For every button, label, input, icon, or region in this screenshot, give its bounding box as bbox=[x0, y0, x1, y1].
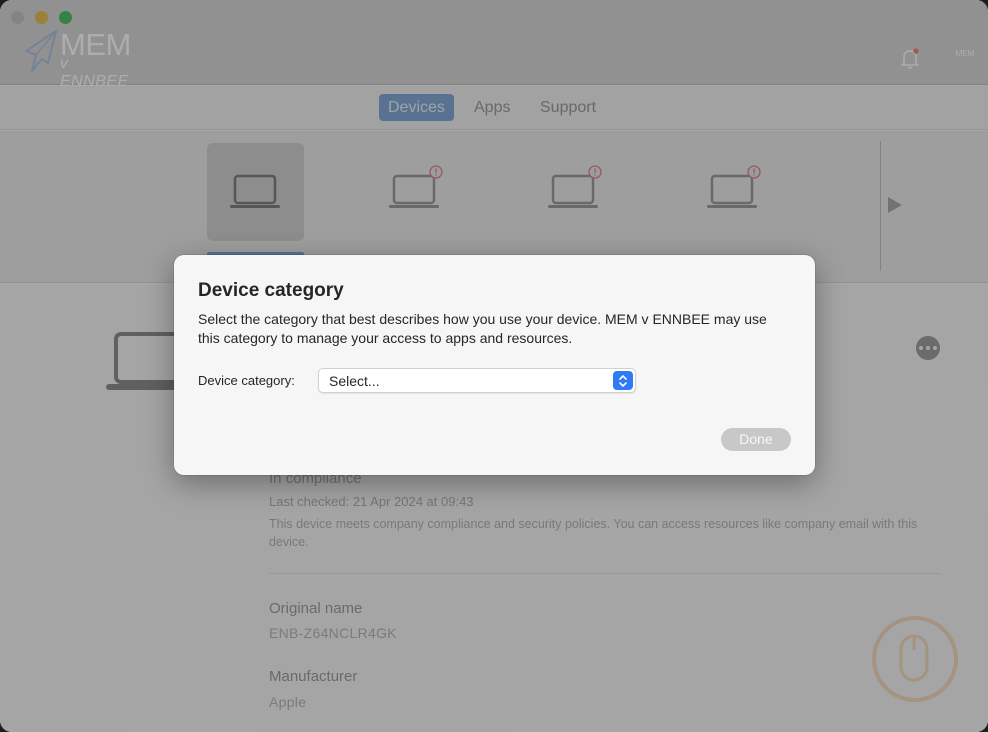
select-stepper-icon[interactable] bbox=[613, 371, 633, 390]
device-category-select[interactable]: Select... bbox=[318, 368, 636, 393]
done-button[interactable]: Done bbox=[721, 428, 791, 451]
dialog-description: Select the category that best describes … bbox=[198, 311, 767, 346]
device-category-label: Device category: bbox=[198, 373, 295, 388]
device-category-select-value: Select... bbox=[329, 373, 380, 389]
app-window: MEM v ENNBEE MEM Devices Apps Support In… bbox=[0, 0, 988, 732]
dialog-title: Device category bbox=[198, 280, 344, 301]
device-category-dialog: Device category Select the category that… bbox=[174, 255, 815, 475]
